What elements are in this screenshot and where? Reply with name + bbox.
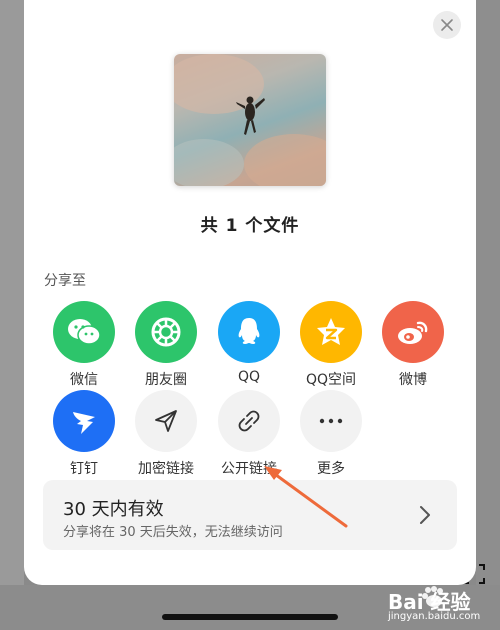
qzone-icon (317, 318, 345, 345)
share-wechat-label: 微信 (70, 372, 98, 388)
validity-subtitle: 分享将在 30 天后失效，无法继续访问 (63, 525, 283, 540)
close-button[interactable] (433, 11, 461, 39)
weibo-icon (398, 321, 428, 344)
share-encrypted-link-label: 加密链接 (138, 461, 194, 477)
share-dialog: 共 1 个文件 分享至 微信 朋友圈 QQ QQ空间 微博 钉钉 加密链接 公开… (24, 0, 476, 585)
share-dingtalk[interactable]: 钉钉 (48, 390, 120, 478)
share-moments[interactable]: 朋友圈 (130, 301, 202, 389)
share-more[interactable]: 更多 (295, 390, 367, 478)
share-public-link-label: 公开链接 (221, 461, 277, 477)
share-weibo-label: 微博 (399, 372, 427, 388)
share-weibo[interactable]: 微博 (377, 301, 449, 389)
share-qzone-label: QQ空间 (305, 372, 357, 388)
background-right (476, 0, 500, 630)
share-moments-label: 朋友圈 (145, 372, 187, 388)
share-qzone[interactable]: QQ空间 (295, 301, 367, 389)
background-left (0, 0, 24, 630)
validity-setting[interactable]: 30 天内有效 分享将在 30 天后失效，无法继续访问 (43, 480, 457, 550)
wechat-icon (68, 319, 101, 345)
share-qq[interactable]: QQ (213, 301, 285, 385)
dingtalk-icon (73, 412, 95, 434)
share-public-link[interactable]: 公开链接 (213, 390, 285, 478)
close-icon (441, 19, 453, 31)
share-qq-label: QQ (237, 369, 261, 385)
share-encrypted-link[interactable]: 加密链接 (130, 390, 202, 478)
watermark-url: jingyan.baidu.com (388, 611, 481, 622)
share-more-label: 更多 (317, 461, 345, 477)
share-wechat[interactable]: 微信 (48, 301, 120, 389)
share-dingtalk-label: 钉钉 (70, 461, 98, 477)
validity-title: 30 天内有效 (63, 499, 164, 520)
send-icon (155, 410, 177, 432)
chevron-right-icon (420, 506, 430, 524)
home-indicator (162, 614, 338, 620)
skydiver-image (174, 54, 326, 186)
qq-icon (238, 318, 260, 344)
file-count-text: 共 1 个文件 (200, 216, 300, 236)
more-icon (319, 418, 343, 424)
moments-icon (151, 317, 181, 347)
file-thumbnail[interactable] (174, 54, 326, 186)
share-to-label: 分享至 (44, 273, 86, 289)
link-icon (238, 410, 260, 432)
